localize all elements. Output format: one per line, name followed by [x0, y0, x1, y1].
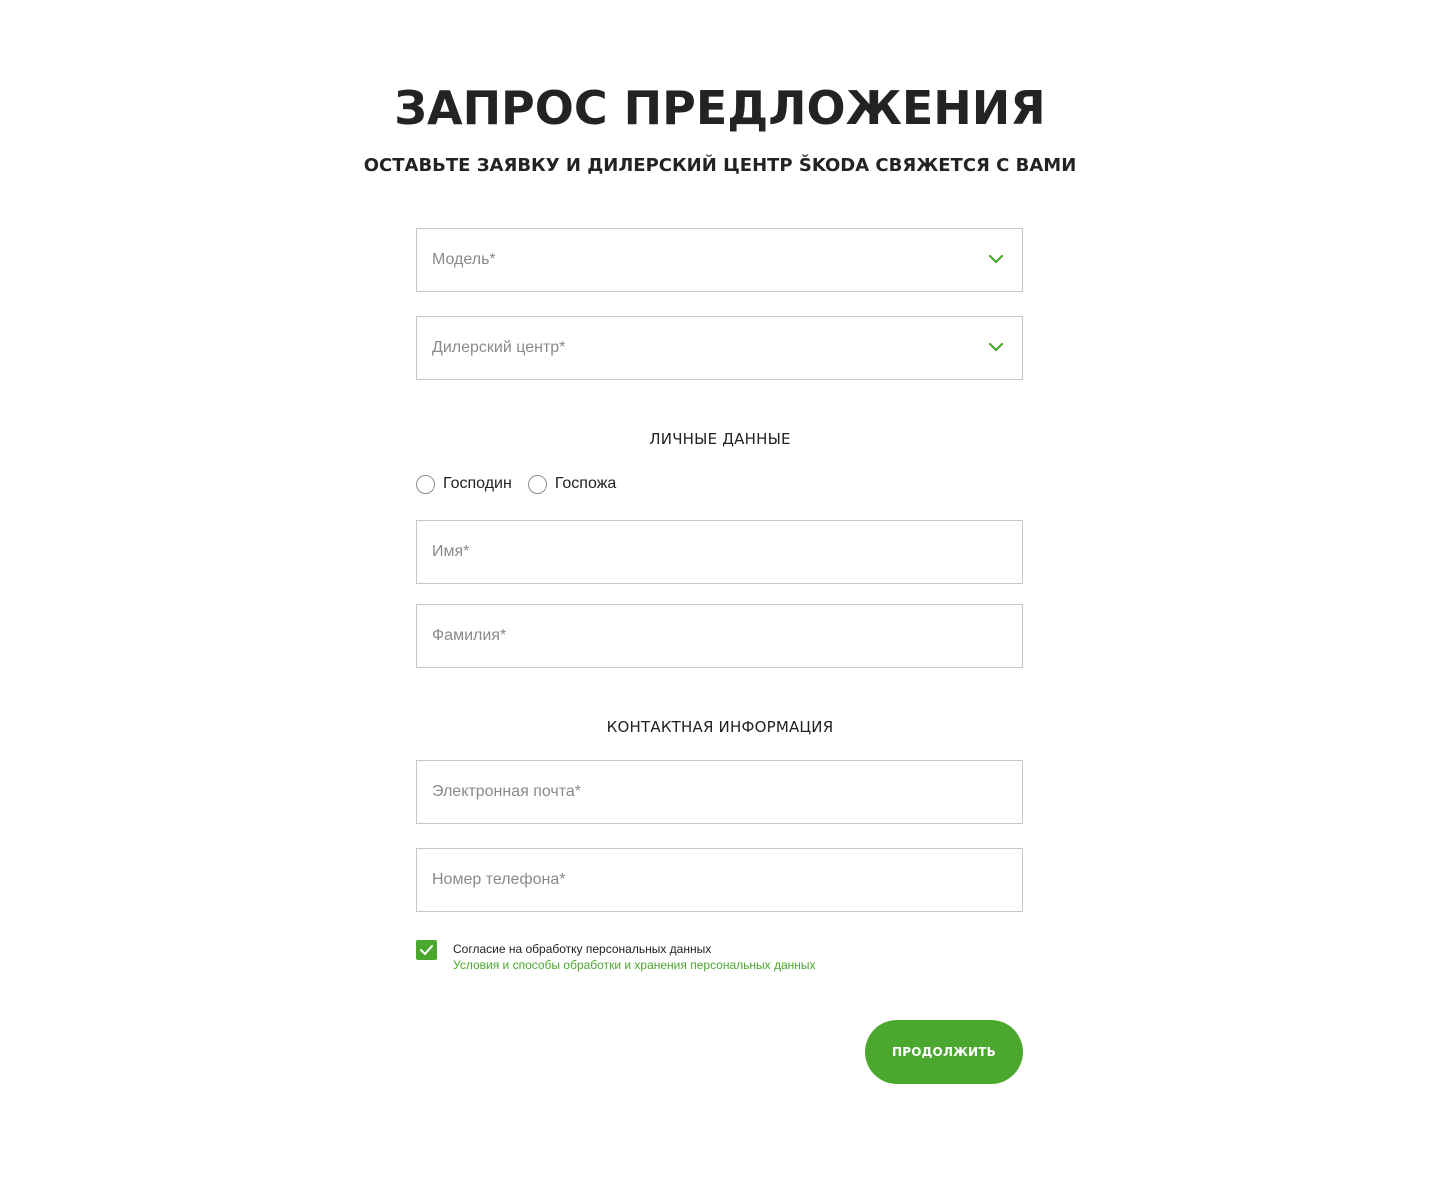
dealer-select-label: Дилерский центр* [432, 339, 566, 356]
chevron-down-icon [988, 254, 1004, 264]
consent-label: Согласие на обработку персональных данны… [453, 942, 712, 956]
radio-button[interactable] [527, 474, 547, 494]
last-name-input[interactable] [417, 605, 1022, 667]
salutation-radio-group: Господин Госпожа [416, 472, 632, 496]
email-input[interactable] [417, 761, 1022, 823]
model-select[interactable]: Модель* [416, 228, 1023, 292]
continue-button[interactable]: ПРОДОЛЖИТЬ [865, 1020, 1023, 1084]
email-field-wrapper [416, 760, 1023, 824]
dealer-select[interactable]: Дилерский центр* [416, 316, 1023, 380]
page-subtitle: ОСТАВЬТЕ ЗАЯВКУ И ДИЛЕРСКИЙ ЦЕНТР ŠKODA … [363, 155, 1077, 176]
last-name-field-wrapper [416, 604, 1023, 668]
phone-field-wrapper [416, 848, 1023, 912]
radio-button[interactable] [416, 474, 435, 494]
chevron-down-icon [988, 342, 1004, 352]
consent-terms-link[interactable]: Условия и способы обработки и хранения п… [453, 957, 816, 973]
consent-checkbox[interactable] [416, 940, 437, 960]
phone-input[interactable] [417, 849, 1022, 911]
contact-info-heading: КОНТАКТНАЯ ИНФОРМАЦИЯ [606, 718, 834, 736]
radio-mr-label: Господин [443, 475, 512, 492]
first-name-field-wrapper [416, 520, 1023, 584]
page-title: ЗАПРОС ПРЕДЛОЖЕНИЯ [394, 81, 1046, 135]
first-name-input[interactable] [417, 521, 1022, 583]
model-select-label: Модель* [432, 251, 496, 268]
radio-mrs[interactable]: Госпожа [527, 474, 617, 494]
checkmark-icon [420, 945, 433, 955]
radio-mrs-label: Госпожа [554, 475, 617, 492]
personal-data-heading: ЛИЧНЫЕ ДАННЫЕ [649, 430, 791, 448]
radio-mr[interactable]: Господин [416, 474, 512, 494]
